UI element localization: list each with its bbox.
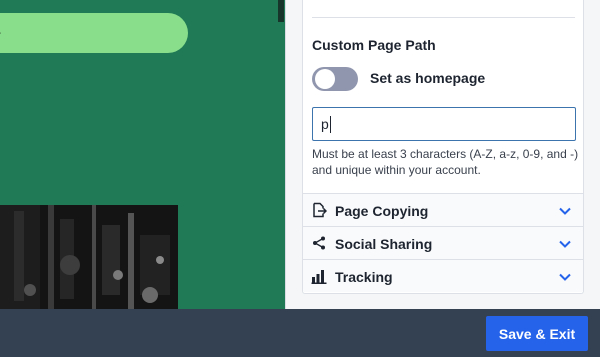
text-caret	[330, 116, 331, 133]
bar-chart-icon	[311, 270, 327, 284]
homepage-toggle[interactable]	[312, 67, 358, 91]
editor-canvas[interactable]: r	[0, 0, 286, 309]
accordion-tracking[interactable]: Tracking	[303, 259, 583, 292]
settings-panel: Custom Page Path Set as homepage Must be…	[286, 0, 600, 309]
toggle-knob	[315, 69, 335, 89]
page-settings-card: Custom Page Path Set as homepage Must be…	[302, 0, 584, 294]
accordion-label: Social Sharing	[335, 236, 433, 252]
canvas-pill-button[interactable]: r	[0, 13, 188, 53]
accordion-label: Tracking	[335, 269, 393, 285]
homepage-toggle-label[interactable]: Set as homepage	[370, 70, 485, 86]
custom-page-path-title: Custom Page Path	[312, 37, 436, 53]
footer-bar: Save & Exit	[0, 309, 600, 357]
page-path-input[interactable]	[312, 107, 576, 141]
section-divider	[312, 17, 575, 18]
chevron-down-icon	[559, 273, 571, 281]
page-export-icon	[313, 202, 327, 218]
accordion-social-sharing[interactable]: Social Sharing	[303, 226, 583, 259]
accordion-page-copying[interactable]: Page Copying	[303, 193, 583, 226]
chevron-down-icon	[559, 240, 571, 248]
canvas-scroll-handle[interactable]	[278, 0, 284, 22]
pill-button-text: r	[0, 27, 1, 43]
accordion-label: Page Copying	[335, 203, 429, 219]
canvas-photo[interactable]	[0, 205, 178, 309]
share-icon	[313, 236, 325, 250]
chevron-down-icon	[559, 207, 571, 215]
photo-image	[0, 205, 178, 309]
save-exit-button[interactable]: Save & Exit	[486, 316, 588, 351]
path-help-text: Must be at least 3 characters (A-Z, a-z,…	[312, 147, 579, 177]
